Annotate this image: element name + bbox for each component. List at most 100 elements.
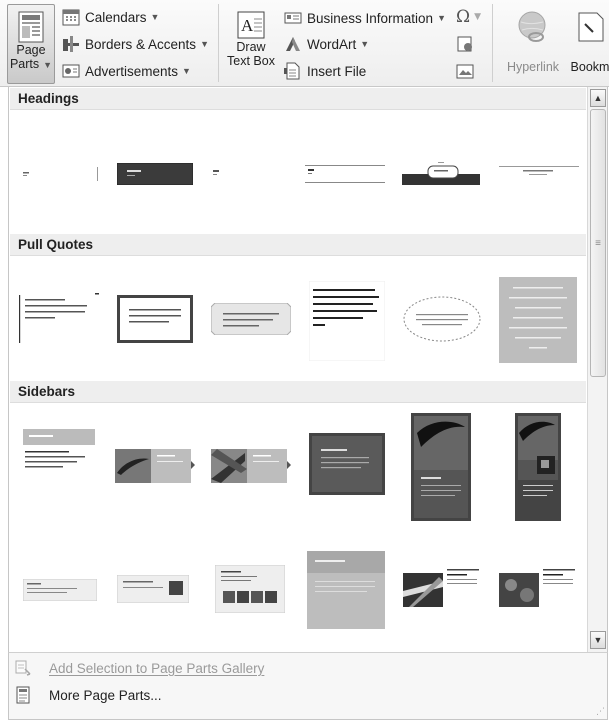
chevron-down-icon: ▼	[474, 12, 482, 22]
bookmark-label: Bookm	[570, 60, 609, 74]
sidebar-thumbnail[interactable]	[411, 413, 471, 521]
sidebar-thumbnail-art	[307, 551, 385, 629]
grip-icon: ≡	[595, 237, 601, 249]
sidebar-thumbnail-art	[23, 429, 95, 468]
heading-thumbnail[interactable]	[116, 162, 194, 186]
sidebar-thumbnail[interactable]	[211, 449, 291, 483]
sidebar-thumbnail[interactable]	[23, 429, 97, 475]
chevron-down-icon: ▼	[182, 66, 191, 76]
chevron-up-icon: ▲	[593, 93, 603, 103]
date-time-button[interactable]	[456, 35, 479, 53]
advertisements-label: Advertisements	[85, 63, 179, 79]
pull-quote-thumbnail-art	[19, 293, 99, 343]
sidebar-thumbnail-art	[411, 413, 471, 521]
scroll-down-button[interactable]: ▼	[590, 631, 606, 649]
object-button[interactable]	[456, 62, 479, 80]
pull-quote-thumbnail-art	[117, 295, 193, 343]
advertisements-button[interactable]: Advertisements ▼	[62, 62, 191, 80]
chevron-down-icon: ▼	[43, 60, 53, 70]
heading-thumbnail[interactable]	[21, 166, 101, 182]
draw-text-box-button[interactable]: A Draw Text Box	[223, 4, 279, 84]
page-parts-gallery: Headings Pull Quotes Sidebars ▲ ≡ ▼	[8, 87, 608, 652]
date-time-icon	[457, 36, 472, 52]
sidebar-thumbnail-art	[214, 564, 286, 614]
pull-quote-thumbnail[interactable]	[19, 293, 99, 345]
add-selection-menu-item[interactable]: Add Selection to Page Parts Gallery	[9, 655, 607, 681]
hyperlink-label: Hyperlink	[506, 60, 560, 74]
sidebar-thumbnail[interactable]	[115, 449, 195, 483]
sidebar-thumbnail-art	[116, 574, 190, 604]
sidebar-thumbnail-art	[309, 433, 385, 495]
page-parts-button[interactable]: Page Parts ▼	[7, 4, 55, 84]
section-header-headings: Headings	[10, 88, 586, 110]
text-box-icon: A	[237, 11, 265, 39]
pull-quote-thumbnail[interactable]	[210, 302, 292, 336]
chevron-down-icon: ▼	[150, 12, 160, 22]
calendars-label: Calendars	[85, 9, 147, 25]
ribbon-separator	[218, 4, 219, 82]
heading-thumbnail[interactable]	[305, 165, 385, 183]
sidebar-thumbnail-art	[515, 413, 561, 521]
gallery-scrollbar[interactable]: ▲ ≡ ▼	[587, 87, 607, 652]
bookmark-icon	[578, 12, 604, 42]
sidebar-thumbnail[interactable]	[116, 574, 190, 604]
sidebar-thumbnail-art	[499, 569, 575, 607]
insert-file-icon	[284, 62, 300, 80]
hyperlink-button[interactable]: Hyperlink	[500, 4, 566, 84]
page-parts-label: Page Parts ▼	[9, 43, 53, 71]
bookmark-button[interactable]: Bookm	[565, 4, 609, 84]
heading-thumbnail[interactable]	[499, 166, 579, 180]
symbol-button[interactable]: Ω ▼	[456, 7, 481, 27]
sidebar-thumbnail[interactable]	[403, 567, 481, 611]
heading-thumbnail-art	[116, 162, 194, 186]
sidebar-thumbnail[interactable]	[499, 567, 579, 611]
sidebar-thumbnail[interactable]	[309, 433, 385, 495]
page-icon	[16, 686, 30, 704]
pull-quote-thumbnail-art	[210, 302, 292, 336]
pull-quote-thumbnail[interactable]	[308, 280, 386, 362]
borders-accents-button[interactable]: Borders & Accents ▼	[62, 35, 209, 53]
section-header-sidebars: Sidebars	[10, 381, 586, 403]
advertisement-icon	[62, 64, 80, 78]
scrollbar-thumb[interactable]: ≡	[590, 109, 606, 377]
sidebar-thumbnail-art	[403, 569, 479, 607]
sidebar-thumbnail-art	[211, 449, 291, 483]
page-parts-menu: Add Selection to Page Parts Gallery More…	[8, 652, 608, 720]
omega-icon: Ω	[456, 7, 471, 27]
svg-text:A: A	[241, 16, 254, 35]
more-page-parts-menu-item[interactable]: More Page Parts...	[9, 682, 607, 708]
sidebar-thumbnail[interactable]	[214, 564, 286, 614]
pull-quote-thumbnail[interactable]	[402, 295, 482, 343]
heading-thumbnail[interactable]	[209, 166, 289, 182]
wordart-icon	[286, 37, 300, 51]
object-icon	[456, 64, 474, 79]
chevron-down-icon: ▼	[360, 39, 370, 49]
draw-text-box-label: Draw Text Box	[227, 40, 275, 68]
heading-thumbnail-art	[213, 170, 219, 175]
sidebar-thumbnail-art	[22, 578, 98, 602]
add-selection-icon	[15, 660, 31, 676]
section-header-pull-quotes: Pull Quotes	[10, 234, 586, 256]
chevron-down-icon: ▼	[437, 13, 446, 23]
heading-thumbnail[interactable]	[402, 161, 480, 185]
heading-thumbnail-art	[23, 167, 98, 181]
pull-quote-thumbnail-art	[308, 280, 386, 362]
pull-quote-thumbnail[interactable]	[499, 277, 577, 363]
insert-file-button[interactable]: Insert File	[284, 62, 366, 80]
scroll-up-button[interactable]: ▲	[590, 89, 606, 107]
wordart-button[interactable]: WordArt ▼	[284, 35, 369, 53]
pull-quote-thumbnail-art	[499, 277, 577, 363]
business-information-button[interactable]: Business Information ▼	[284, 9, 446, 27]
globe-link-icon	[518, 11, 546, 42]
resize-grip-icon[interactable]: ⋰	[596, 706, 605, 717]
business-card-icon	[284, 12, 302, 24]
calendar-icon	[62, 9, 80, 26]
borders-accents-label: Borders & Accents	[85, 36, 197, 52]
calendars-button[interactable]: Calendars ▼	[62, 8, 159, 26]
sidebar-thumbnail[interactable]	[307, 551, 385, 629]
chevron-down-icon: ▼	[593, 635, 603, 645]
pull-quote-thumbnail[interactable]	[117, 295, 193, 343]
insert-file-label: Insert File	[307, 63, 367, 79]
sidebar-thumbnail[interactable]	[22, 578, 98, 602]
sidebar-thumbnail[interactable]	[515, 413, 561, 521]
